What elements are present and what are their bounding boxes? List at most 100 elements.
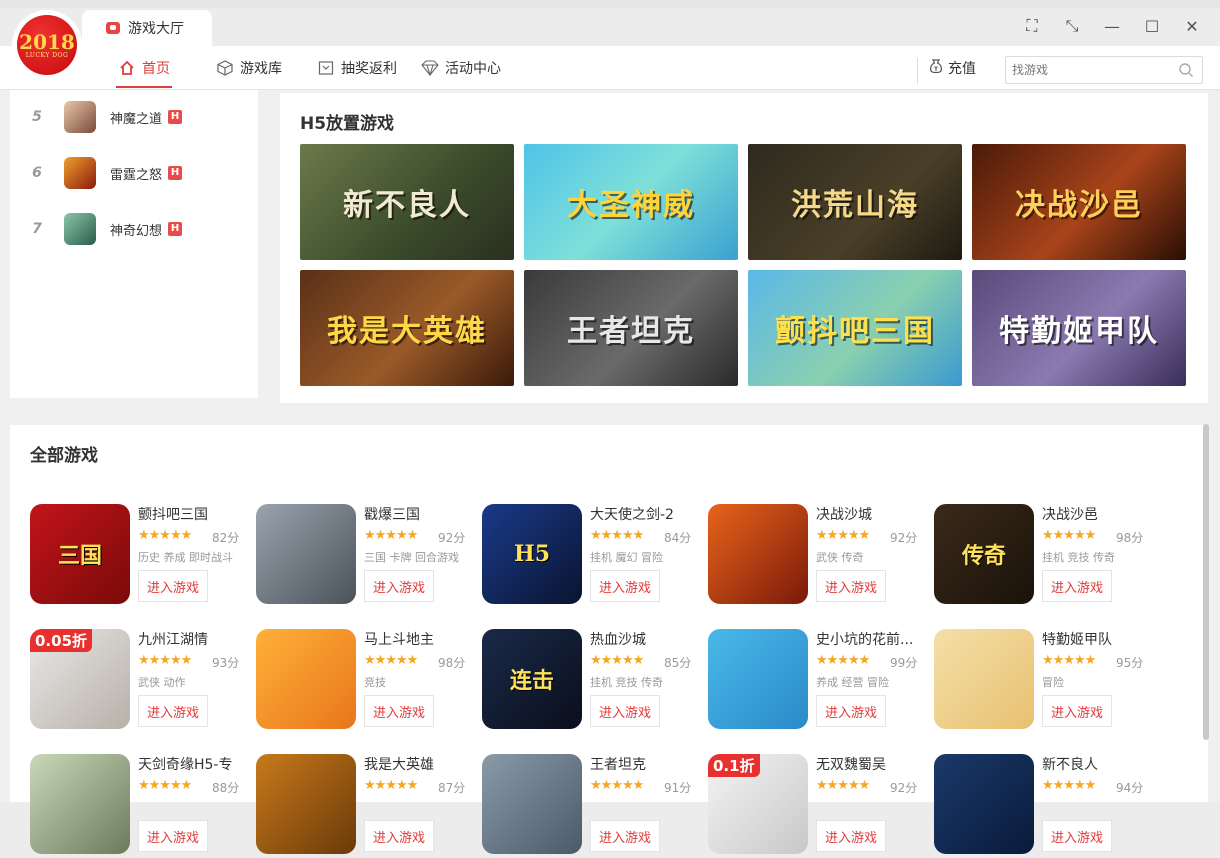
rating-stars: ★★★★★ <box>816 778 870 793</box>
app-logo: 2018 LUCKY DOG <box>14 12 80 78</box>
game-name: 决战沙邑 <box>1042 507 1098 523</box>
game-banner[interactable]: 特勤姬甲队 <box>972 270 1186 386</box>
game-banner[interactable]: 新不良人 <box>300 144 514 260</box>
game-icon-text: H5 <box>513 541 551 567</box>
game-card[interactable]: 天剑奇缘H5-专 ★★★★★ 88分 进入游戏 <box>30 754 250 858</box>
mini-mode-icon[interactable]: ⤡ <box>1062 16 1082 36</box>
game-name: 特勤姬甲队 <box>1042 632 1112 648</box>
enter-game-button[interactable]: 进入游戏 <box>816 695 886 727</box>
rating-score: 98分 <box>1116 531 1144 545</box>
banner-title: 大圣神威 <box>567 188 695 223</box>
discount-badge: 0.1折 <box>708 754 760 777</box>
game-card[interactable]: 马上斗地主 ★★★★★ 98分 竞技 进入游戏 <box>256 629 476 733</box>
game-card[interactable]: 特勤姬甲队 ★★★★★ 95分 冒险 进入游戏 <box>934 629 1154 733</box>
enter-game-button[interactable]: 进入游戏 <box>1042 820 1112 852</box>
game-card[interactable]: 三国 颤抖吧三国 ★★★★★ 82分 历史 养成 即时战斗 进入游戏 <box>30 504 250 608</box>
recharge-button[interactable]: 充值 <box>928 46 976 90</box>
game-icon <box>934 629 1034 729</box>
game-icon: 传奇 <box>934 504 1034 604</box>
game-card[interactable]: 决战沙城 ★★★★★ 92分 武侠 传奇 进入游戏 <box>708 504 928 608</box>
minimize-icon[interactable]: — <box>1102 16 1122 36</box>
enter-game-button[interactable]: 进入游戏 <box>816 820 886 852</box>
nav-item-activity-center[interactable]: 活动中心 <box>421 46 501 90</box>
game-banner[interactable]: 大圣神威 <box>524 144 738 260</box>
game-tags: 挂机 竞技 传奇 <box>1042 551 1115 564</box>
rating-stars: ★★★★★ <box>590 778 644 793</box>
game-card[interactable]: 戳爆三国 ★★★★★ 92分 三国 卡牌 回合游戏 进入游戏 <box>256 504 476 608</box>
rating-score: 92分 <box>890 781 918 795</box>
game-card[interactable]: 0.1折 无双魏蜀吴 ★★★★★ 92分 进入游戏 <box>708 754 928 858</box>
game-icon <box>708 629 808 729</box>
rating-score: 91分 <box>664 781 692 795</box>
discount-badge: 0.05折 <box>30 629 93 652</box>
enter-game-button[interactable]: 进入游戏 <box>138 695 208 727</box>
enter-game-button[interactable]: 进入游戏 <box>364 570 434 602</box>
game-card[interactable]: 王者坦克 ★★★★★ 91分 进入游戏 <box>482 754 702 858</box>
game-tags: 历史 养成 即时战斗 <box>138 551 233 564</box>
enter-game-button[interactable]: 进入游戏 <box>364 695 434 727</box>
top-strip <box>0 0 1220 8</box>
game-tags: 三国 卡牌 回合游戏 <box>364 551 459 564</box>
game-name: 神奇幻想 <box>110 223 163 239</box>
search-icon[interactable] <box>1178 62 1194 78</box>
game-name: 戳爆三国 <box>364 507 420 523</box>
enter-game-button[interactable]: 进入游戏 <box>590 695 660 727</box>
game-banner[interactable]: 王者坦克 <box>524 270 738 386</box>
game-banner[interactable]: 决战沙邑 <box>972 144 1186 260</box>
game-tags: 竞技 <box>364 676 386 689</box>
game-icon <box>30 754 130 854</box>
game-card[interactable]: 0.05折 九州江湖情 ★★★★★ 93分 武侠 动作 进入游戏 <box>30 629 250 733</box>
game-card[interactable]: 我是大英雄 ★★★★★ 87分 进入游戏 <box>256 754 476 858</box>
game-banner[interactable]: 颤抖吧三国 <box>748 270 962 386</box>
game-name: 大天使之剑-2 <box>590 507 674 523</box>
enter-game-button[interactable]: 进入游戏 <box>590 570 660 602</box>
game-tags: 养成 经营 冒险 <box>816 676 889 689</box>
nav-label: 游戏库 <box>240 61 282 77</box>
search-input[interactable] <box>1006 57 1166 83</box>
rating-stars: ★★★★★ <box>138 778 192 793</box>
enter-game-button[interactable]: 进入游戏 <box>1042 695 1112 727</box>
maximize-icon[interactable]: ☐ <box>1142 16 1162 36</box>
nav-item-home[interactable]: 首页 <box>116 46 172 90</box>
rating-score: 87分 <box>438 781 466 795</box>
rank-number: 6 <box>32 165 42 181</box>
nav-item-game-library[interactable]: 游戏库 <box>216 46 282 90</box>
game-banner[interactable]: 我是大英雄 <box>300 270 514 386</box>
game-icon-text: 三国 <box>57 543 102 569</box>
game-name: 颤抖吧三国 <box>138 507 208 523</box>
ranking-item[interactable]: 5 神魔之道 H <box>10 97 183 137</box>
nav-divider <box>917 58 918 84</box>
fullscreen-icon[interactable]: ⛶ <box>1022 16 1042 36</box>
enter-game-button[interactable]: 进入游戏 <box>1042 570 1112 602</box>
enter-game-button[interactable]: 进入游戏 <box>364 820 434 852</box>
close-icon[interactable]: ✕ <box>1182 16 1202 36</box>
game-banner[interactable]: 洪荒山海 <box>748 144 962 260</box>
rating-score: 85分 <box>664 656 692 670</box>
game-name: 神魔之道 <box>110 111 163 127</box>
enter-game-button[interactable]: 进入游戏 <box>816 570 886 602</box>
game-thumbnail <box>64 213 96 245</box>
nav-label: 抽奖返利 <box>341 61 397 77</box>
enter-game-button[interactable]: 进入游戏 <box>138 820 208 852</box>
ranking-item[interactable]: 6 雷霆之怒 H <box>10 153 183 193</box>
nav-item-lottery[interactable]: 抽奖返利 <box>317 46 397 90</box>
enter-game-button[interactable]: 进入游戏 <box>590 820 660 852</box>
rating-stars: ★★★★★ <box>1042 778 1096 793</box>
h5-idle-games-panel: H5放置游戏 新不良人 大圣神威 洪荒山海 决战沙邑 我是大英雄 王者坦克 颤抖吧三国 特勤姬… <box>280 93 1208 403</box>
scrollbar-thumb[interactable] <box>1203 424 1209 740</box>
game-card[interactable]: 史小坑的花前... ★★★★★ 99分 养成 经营 冒险 进入游戏 <box>708 629 928 733</box>
game-card[interactable]: H5 大天使之剑-2 ★★★★★ 84分 挂机 魔幻 冒险 进入游戏 <box>482 504 702 608</box>
ranking-item[interactable]: 7 神奇幻想 H <box>10 209 183 249</box>
rank-number: 7 <box>32 221 42 237</box>
rating-score: 88分 <box>212 781 240 795</box>
game-tags: 挂机 竞技 传奇 <box>590 676 663 689</box>
tab-game-hall[interactable]: 游戏大厅 <box>82 10 212 46</box>
ranking-panel: 5 神魔之道 H 6 雷霆之怒 H 7 神奇幻想 H <box>10 90 258 398</box>
game-icon: 0.05折 <box>30 629 130 729</box>
game-card[interactable]: 传奇 决战沙邑 ★★★★★ 98分 挂机 竞技 传奇 进入游戏 <box>934 504 1154 608</box>
enter-game-button[interactable]: 进入游戏 <box>138 570 208 602</box>
game-card[interactable]: 新不良人 ★★★★★ 94分 进入游戏 <box>934 754 1154 858</box>
game-card[interactable]: 连击 热血沙城 ★★★★★ 85分 挂机 竞技 传奇 进入游戏 <box>482 629 702 733</box>
hot-badge: H <box>168 222 183 236</box>
rating-stars: ★★★★★ <box>364 528 418 543</box>
